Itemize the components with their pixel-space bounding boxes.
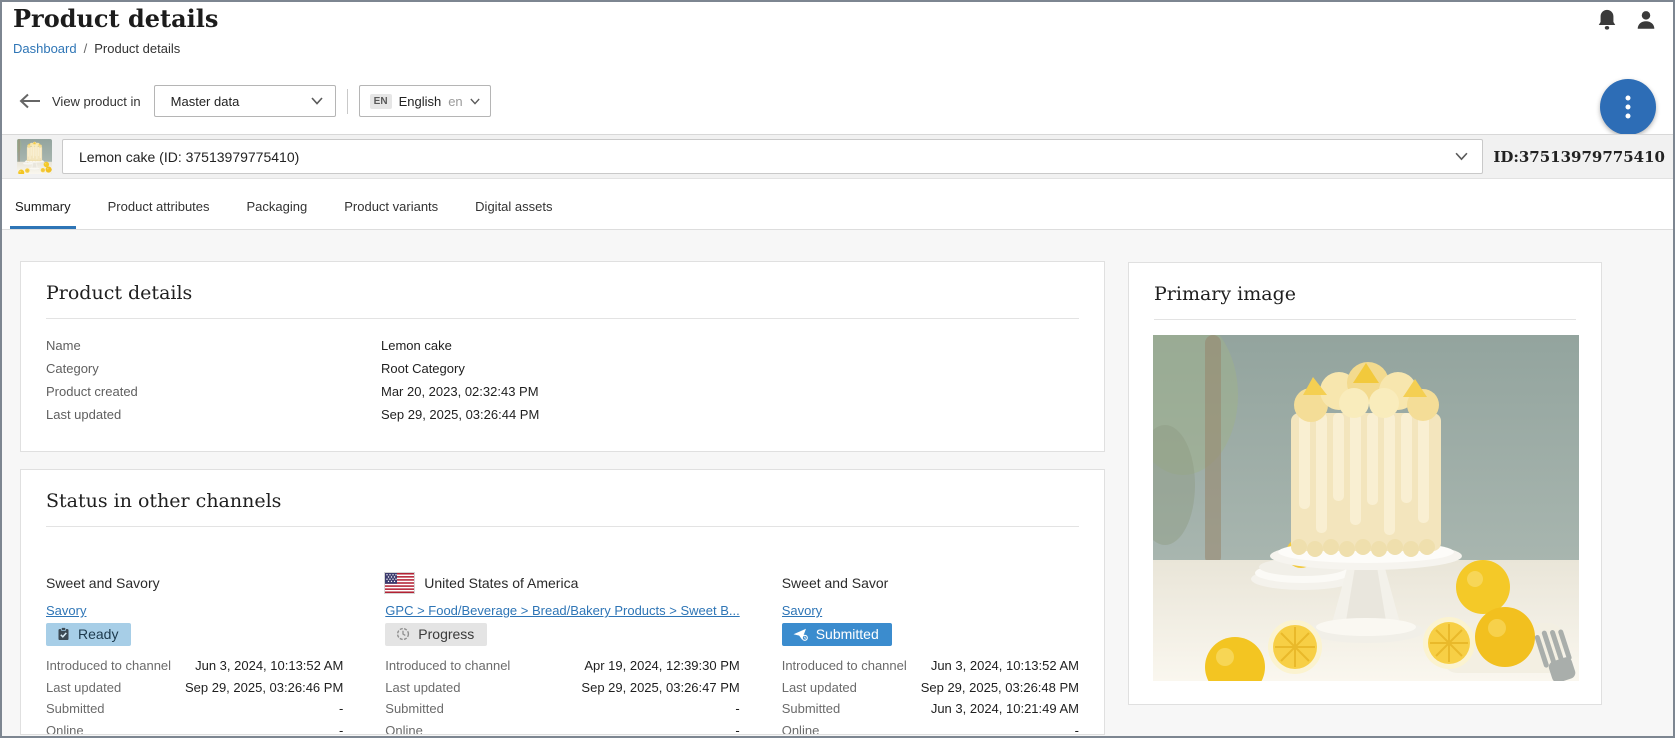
- user-icon[interactable]: [1633, 7, 1659, 33]
- tab-summary[interactable]: Summary: [12, 199, 74, 229]
- card-title: Status in other channels: [46, 490, 1079, 512]
- card-title: Product details: [46, 282, 1079, 304]
- language-name: English: [399, 94, 442, 109]
- product-selector-band: Lemon cake (ID: 37513979775410) ID:37513…: [2, 134, 1673, 179]
- detail-row: Name Lemon cake: [46, 334, 1079, 357]
- product-details-rows: Name Lemon cake Category Root Category P…: [46, 334, 1079, 426]
- channel-column: Sweet and Savor Savory Submitted Introdu…: [782, 571, 1079, 735]
- divider: [46, 318, 1079, 319]
- breadcrumb-separator: /: [84, 41, 88, 56]
- tab-product-attributes[interactable]: Product attributes: [105, 199, 213, 229]
- card-title: Primary image: [1154, 283, 1576, 305]
- view-select-value: Master data: [171, 94, 311, 109]
- language-badge: EN: [370, 94, 392, 109]
- chevron-down-icon: [1455, 152, 1468, 161]
- breadcrumb-link-dashboard[interactable]: Dashboard: [13, 41, 77, 56]
- channel-category-link[interactable]: Savory: [46, 603, 86, 618]
- us-flag-icon: [385, 573, 414, 593]
- breadcrumb-current: Product details: [94, 41, 180, 56]
- language-code: en: [448, 94, 462, 109]
- status-badge-ready: Ready: [46, 623, 131, 646]
- bell-icon[interactable]: [1594, 7, 1620, 33]
- view-product-in-label: View product in: [52, 94, 141, 109]
- app-window: Product details Dashboard / Product deta…: [0, 0, 1675, 738]
- channel-category-link[interactable]: GPC > Food/Beverage > Bread/Bakery Produ…: [385, 603, 739, 618]
- primary-image-card: Primary image: [1128, 262, 1602, 705]
- page-title: Product details: [13, 4, 218, 33]
- toolbar-divider: [347, 89, 348, 114]
- divider: [1154, 319, 1576, 320]
- product-thumbnail: [17, 139, 52, 174]
- channel-rows: Introduced to channelJun 3, 2024, 10:13:…: [782, 655, 1079, 735]
- tab-bar: Summary Product attributes Packaging Pro…: [2, 180, 1673, 230]
- detail-row: Category Root Category: [46, 357, 1079, 380]
- channel-column: Sweet and Savory Savory Ready Introduced…: [46, 571, 343, 735]
- chevron-down-icon: [311, 97, 323, 105]
- channel-column: United States of America GPC > Food/Beve…: [385, 571, 739, 735]
- breadcrumb: Dashboard / Product details: [13, 41, 180, 56]
- channel-category-link[interactable]: Savory: [782, 603, 822, 618]
- divider: [46, 526, 1079, 527]
- more-vertical-icon: [1625, 95, 1631, 119]
- view-select[interactable]: Master data: [154, 85, 336, 117]
- product-select-value: Lemon cake (ID: 37513979775410): [79, 149, 1455, 165]
- send-icon: [793, 628, 808, 641]
- lemon-cake-photo: [1153, 335, 1579, 681]
- channel-rows: Introduced to channelJun 3, 2024, 10:13:…: [46, 655, 343, 735]
- status-badge-submitted: Submitted: [782, 623, 892, 646]
- status-other-channels-card: Status in other channels Sweet and Savor…: [20, 469, 1105, 735]
- channels-grid: Sweet and Savory Savory Ready Introduced…: [46, 571, 1079, 735]
- chevron-down-icon: [470, 98, 480, 105]
- header-icons: [1594, 7, 1659, 33]
- status-badge-progress: Progress: [385, 623, 487, 646]
- channel-name: United States of America: [385, 571, 739, 595]
- toolbar: View product in Master data EN English e…: [18, 84, 491, 118]
- content-area: Product details Name Lemon cake Category…: [2, 230, 1673, 736]
- product-id-label: ID:37513979775410: [1493, 148, 1665, 166]
- product-details-card: Product details Name Lemon cake Category…: [20, 261, 1105, 452]
- tab-packaging[interactable]: Packaging: [244, 199, 311, 229]
- clipboard-check-icon: [57, 627, 70, 641]
- channel-name: Sweet and Savory: [46, 571, 343, 595]
- product-select[interactable]: Lemon cake (ID: 37513979775410): [62, 139, 1483, 174]
- back-arrow-icon[interactable]: [18, 92, 44, 110]
- language-select[interactable]: EN English en: [359, 85, 491, 117]
- channel-rows: Introduced to channelApr 19, 2024, 12:39…: [385, 655, 739, 735]
- channel-name: Sweet and Savor: [782, 571, 1079, 595]
- more-actions-fab[interactable]: [1600, 79, 1656, 135]
- detail-row: Product created Mar 20, 2023, 02:32:43 P…: [46, 380, 1079, 403]
- tab-product-variants[interactable]: Product variants: [341, 199, 441, 229]
- tab-digital-assets[interactable]: Digital assets: [472, 199, 555, 229]
- detail-row: Last updated Sep 29, 2025, 03:26:44 PM: [46, 403, 1079, 426]
- clock-icon: [396, 627, 410, 641]
